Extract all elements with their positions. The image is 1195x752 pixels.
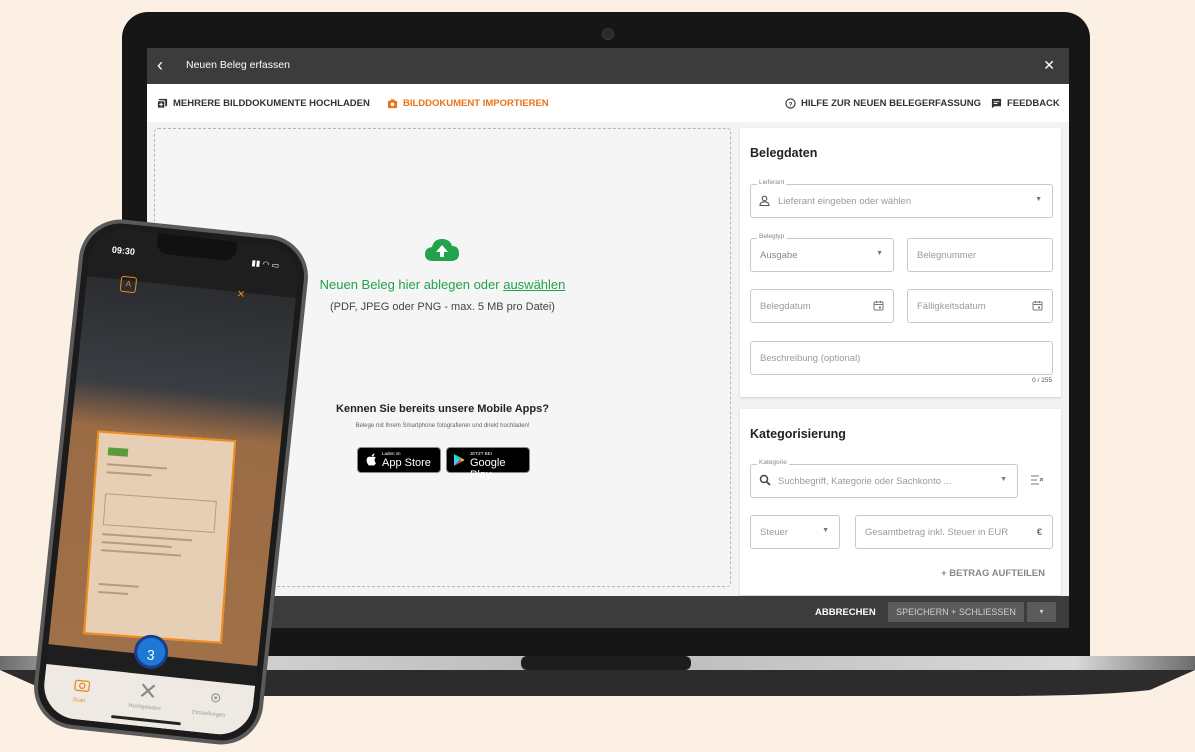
kategorisierung-card: Kategorisierung Kategorie Suchbegriff, K… [740,409,1061,595]
belegtyp-label: Belegtyp [757,233,787,240]
cancel-button[interactable]: ABBRECHEN [815,607,876,618]
webcam [602,28,614,40]
lieferant-label: Lieferant [757,179,787,186]
person-icon [759,195,770,206]
save-close-button[interactable]: SPEICHERN + SCHLIESSEN [888,602,1024,622]
belegnummer-field[interactable]: Belegnummer [907,238,1053,272]
chevron-down-icon: ▼ [1000,476,1007,483]
nav-settings[interactable]: Einstellungen [192,709,225,718]
chevron-down-icon: ▼ [876,250,883,257]
window-title: Neuen Beleg erfassen [186,59,290,71]
feedback-button[interactable]: FEEDBACK [991,98,1060,109]
flash-off-icon[interactable]: ✕ [233,288,248,303]
nav-scan[interactable]: Scan [72,697,85,704]
upload-multiple-button[interactable]: MEHRERE BILDDOKUMENTE HOCHLADEN [157,98,370,109]
split-amount-button[interactable]: + BETRAG AUFTEILEN [941,568,1045,579]
title-bar: ‹ Neuen Beleg erfassen ✕ [147,48,1069,84]
calendar-icon[interactable] [873,300,884,311]
phone-status-icons: ▮▮ ◠ ▭ [251,258,280,271]
kategorie-label: Kategorie [757,459,789,466]
feedback-icon [991,98,1002,109]
currency-symbol: € [1036,527,1042,538]
select-file-link[interactable]: auswählen [503,277,565,292]
beschreibung-field[interactable]: Beschreibung (optional) [750,341,1053,375]
camera-icon [387,99,398,109]
svg-text:?: ? [789,101,793,108]
feedback-label: FEEDBACK [1007,98,1060,109]
belegdatum-placeholder: Belegdatum [760,301,811,312]
kategorisierung-title: Kategorisierung [750,427,846,441]
belegnummer-placeholder: Belegnummer [917,250,977,261]
dropzone-text: Neuen Beleg hier ablegen oder [319,277,504,292]
upload-icon[interactable] [139,682,157,700]
betrag-field[interactable]: Gesamtbetrag inkl. Steuer in EUR € [855,515,1053,549]
help-label: HILFE ZUR NEUEN BELEGERFASSUNG [801,98,981,109]
lieferant-field[interactable]: Lieferant Lieferant eingeben oder wählen… [750,179,1053,218]
betrag-placeholder: Gesamtbetrag inkl. Steuer in EUR [865,527,1009,538]
close-icon[interactable]: ✕ [1043,57,1055,74]
help-button[interactable]: ? HILFE ZUR NEUEN BELEGERFASSUNG [785,98,981,109]
camera-view [48,276,296,667]
calendar-icon[interactable] [1032,300,1043,311]
toolbar: MEHRERE BILDDOKUMENTE HOCHLADEN BILDDOKU… [147,84,1069,122]
belegdatum-field[interactable]: Belegdatum [750,289,894,323]
steuer-placeholder: Steuer [760,527,788,538]
search-icon [759,474,771,486]
belegtyp-select[interactable]: Belegtyp Ausgabe ▼ [750,233,894,272]
help-icon: ? [785,98,796,109]
char-counter: 0 / 255 [1032,377,1052,384]
apple-icon [366,453,376,466]
faelligkeitsdatum-placeholder: Fälligkeitsdatum [917,301,986,312]
google-play-label: Google Play [470,457,506,481]
back-icon[interactable]: ‹ [157,56,163,74]
google-play-small: JETZT BEI [470,451,492,456]
upload-multi-icon [157,98,168,109]
belegdaten-title: Belegdaten [750,146,818,160]
lieferant-placeholder: Lieferant eingeben oder wählen [778,196,912,207]
belegdaten-card: Belegdaten Lieferant Lieferant eingeben … [740,128,1061,397]
auto-capture-icon[interactable]: A [119,275,138,294]
upload-multiple-label: MEHRERE BILDDOKUMENTE HOCHLADEN [173,98,370,109]
app-store-button[interactable]: Laden im App Store [357,447,441,473]
import-document-button[interactable]: BILDDOKUMENT IMPORTIEREN [387,98,549,109]
import-document-label: BILDDOKUMENT IMPORTIEREN [403,98,549,109]
save-options-button[interactable]: ▾ [1027,602,1056,622]
chevron-down-icon: ▼ [822,527,829,534]
cloud-upload-icon [425,239,459,261]
belegtyp-value: Ausgabe [760,250,798,261]
kategorie-field[interactable]: Kategorie Suchbegriff, Kategorie oder Sa… [750,459,1018,498]
steuer-select[interactable]: Steuer ▼ [750,515,840,549]
app-store-label: App Store [382,457,431,469]
filter-icon[interactable] [1031,475,1043,485]
kategorie-placeholder: Suchbegriff, Kategorie oder Sachkonto ..… [778,476,952,487]
home-indicator [111,715,181,726]
scanned-receipt [83,430,237,644]
camera-icon[interactable] [74,677,91,693]
app-store-small: Laden im [382,451,401,456]
chevron-down-icon: ▼ [1035,196,1042,203]
phone-time: 09:30 [111,244,136,257]
nav-uploaded[interactable]: Hochgeladen [128,703,161,712]
google-play-button[interactable]: JETZT BEI Google Play [446,447,530,481]
google-play-icon [454,454,465,466]
phone-mockup: 09:30 ▮▮ ◠ ▭ A ✕ 3 Scan Hochgeladen Eins… [0,212,342,752]
faelligkeitsdatum-field[interactable]: Fälligkeitsdatum [907,289,1053,323]
beschreibung-placeholder: Beschreibung (optional) [760,353,861,364]
gear-icon[interactable] [208,690,223,705]
